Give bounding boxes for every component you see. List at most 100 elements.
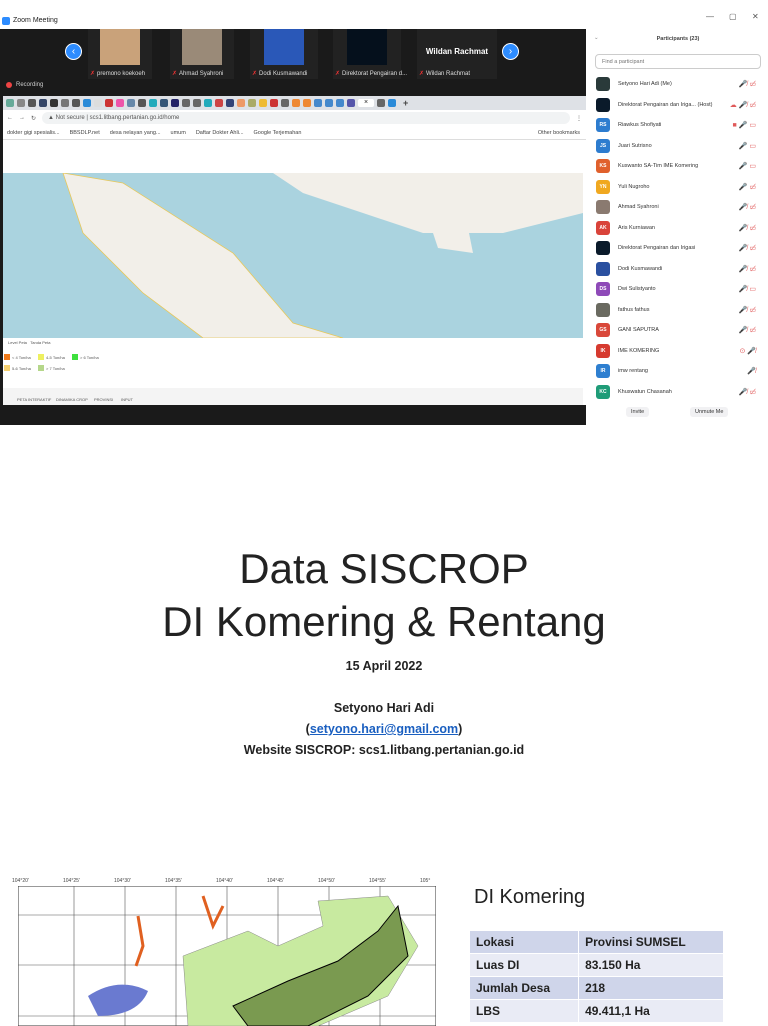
avatar (596, 241, 610, 255)
avatar: RS (596, 118, 610, 132)
security-label: Not secure (55, 115, 85, 121)
participant-name: Ahmad Syahroni (618, 204, 659, 210)
email-link[interactable]: setyono.hari@gmail.com (310, 722, 458, 736)
participant-row[interactable]: Direktorat Pengairan dan Iriga... (Host)… (596, 97, 756, 113)
slide-date: 15 April 2022 (345, 659, 423, 673)
bottom-nav: PETA INTERAKTIF DINAMIKA CROP PROVINSI I… (3, 388, 583, 405)
reload-icon[interactable]: ↻ (31, 115, 36, 122)
avatar: IK (596, 343, 610, 358)
map-tick-label: 104°40' (216, 878, 233, 884)
url-field[interactable]: ▲ Not secure | scs1.litbang.pertanian.go… (42, 112, 570, 124)
bookmark[interactable]: umum (171, 130, 186, 136)
forward-icon[interactable]: → (19, 115, 25, 121)
participant-name: Kuswanto SA-Tim IME Komering (618, 163, 699, 169)
mic-camera-status-icon: 🎤 ▭ (738, 163, 756, 170)
participant-row[interactable]: RS Riawkus Shofiyati ■ 🎤 ▭ (596, 117, 756, 133)
cell-value: 49.411,1 Ha (578, 999, 724, 1023)
video-tile[interactable]: ✗ Direktorat Pengairan d... (333, 29, 407, 79)
prev-page-button[interactable]: ‹ (65, 43, 82, 60)
participant-row[interactable]: Direktorat Pengairan dan Irigasi 🎤̸ ▭̸ (596, 240, 756, 256)
mic-camera-status-icon: 🎤̸ ▭̸ (738, 388, 756, 396)
participant-row[interactable]: DS Dwi Sulistyanto 🎤̸ ▭ (596, 281, 756, 297)
map-svg (62, 173, 583, 338)
nav-peta-interaktif[interactable]: PETA INTERAKTIF (17, 397, 51, 402)
participant-row[interactable]: GS GANI SAPUTRA 🎤̸ ▭̸ (596, 322, 756, 338)
mic-camera-status-icon: 🎤 ▭̸ (738, 183, 756, 191)
nav-provinsi[interactable]: PROVINSI (94, 397, 113, 402)
komering-map: 104°20' 104°25' 104°30' 104°35' 104°40' 104°4… (8, 872, 440, 1026)
avatar (596, 97, 610, 112)
participant-row[interactable]: YN Yuli Nugroho 🎤 ▭̸ (596, 179, 756, 195)
participant-row[interactable]: KC Khuswatun Chasanah 🎤̸ ▭̸ (596, 384, 756, 400)
legend-item: < 4 Ton/ha (4, 354, 31, 360)
mic-camera-status-icon: 🎤̸ ▭ (738, 286, 756, 293)
mic-camera-status-icon: 🎤̸ ▭̸ (738, 306, 756, 314)
participant-name: Juari Sutrisno (618, 142, 652, 149)
map-tick-label: 104°55' (369, 878, 386, 884)
slide-email-line: (setyono.hari@gmail.com) (305, 722, 463, 736)
komering-map-graphic (18, 886, 436, 1026)
invite-button[interactable]: Invite (626, 407, 650, 417)
mic-camera-status-icon: 🎤̸ ▭̸ (738, 204, 756, 211)
nav-dinamika-crop[interactable]: DINAMIKA CROP (56, 397, 88, 402)
minimize-button[interactable]: — (706, 12, 714, 21)
avatar: IR (596, 364, 610, 378)
participant-row[interactable]: Setyono Hari Adi (Me) 🎤̸ ▭̸ (596, 76, 756, 92)
mic-camera-status-icon: 🎤̸ ▭̸ (738, 327, 756, 334)
participant-row[interactable]: JS Juari Sutrisno 🎤 ▭ (596, 138, 756, 154)
avatar (596, 200, 610, 214)
map-tabs: Level Peta Tanda Peta (8, 340, 51, 345)
close-button[interactable]: ✕ (752, 12, 759, 21)
mic-camera-status-icon: ☁ 🎤̸ ▭̸ (729, 101, 756, 109)
map-tab[interactable]: Tanda Peta (30, 340, 50, 345)
map-tick-label: 104°50' (318, 878, 335, 884)
bookmark[interactable]: dokter gigi spesialis... (7, 130, 60, 136)
video-tile[interactable]: ✗ Ahmad Syahroni (170, 29, 234, 79)
map-tick-label: 104°35' (165, 878, 182, 884)
back-icon[interactable]: ← (7, 115, 13, 121)
participant-row[interactable]: IR imw rentang 🎤̸ (596, 363, 756, 379)
participant-row[interactable]: Dodi Kusmawandi 🎤̸ ▭̸ (596, 261, 756, 277)
video-tile[interactable]: Wildan Rachmat ✗ Wildan Rachmat (417, 29, 497, 79)
video-tile[interactable]: ✗ Dodi Kusmawandi (250, 29, 318, 79)
siscrop-map[interactable] (3, 173, 583, 338)
video-tile[interactable]: ✗ premono koekoeh (88, 29, 152, 79)
unmute-me-button[interactable]: Unmute Me (690, 407, 729, 417)
participant-name: Dwi Sulistyanto (618, 286, 656, 292)
participant-row[interactable]: AK Aris Kurniawan 🎤̸ ▭̸ (596, 220, 756, 236)
participant-video (182, 29, 222, 65)
tile-name: Dodi Kusmawandi (259, 71, 308, 77)
legend-item: > 6 Ton/ha (72, 354, 99, 360)
next-page-button[interactable]: › (502, 43, 519, 60)
tile-display-name: Wildan Rachmat (425, 47, 489, 56)
bookmark[interactable]: desa nelayan yang... (110, 130, 161, 136)
participant-row[interactable]: IK IME KOMERING ⊙ 🎤̸ (596, 343, 756, 359)
participant-row[interactable]: fathus fathus 🎤̸ ▭̸ (596, 302, 756, 318)
nav-input[interactable]: INPUT (121, 397, 133, 402)
map-tab[interactable]: Level Peta (8, 340, 27, 345)
tile-name: Wildan Rachmat (426, 71, 471, 77)
bookmark[interactable]: BBSDLP.net (70, 130, 100, 136)
mic-camera-status-icon: 🎤̸ ▭̸ (738, 245, 756, 252)
avatar (596, 302, 610, 317)
extensions-icon[interactable]: ⋮ (576, 115, 582, 122)
cell-label: Jumlah Desa (468, 976, 580, 1000)
cell-value: Provinsi SUMSEL (578, 930, 724, 954)
record-icon (6, 82, 12, 88)
bookmark[interactable]: Daftar Dokter Ahli... (196, 130, 244, 136)
slide-title: Data SISCROP (239, 545, 529, 592)
other-bookmarks[interactable]: Other bookmarks (538, 130, 580, 136)
participant-row[interactable]: Ahmad Syahroni 🎤̸ ▭̸ (596, 199, 756, 215)
meeting-bottom-bar (0, 405, 586, 425)
active-tab-close-icon[interactable]: × (358, 99, 374, 107)
participants-panel: ⌄ Participants (23) Setyono Hari Adi (Me… (588, 29, 768, 425)
search-participant-input[interactable] (595, 54, 761, 69)
maximize-button[interactable]: ▢ (729, 12, 737, 21)
participant-name: IME KOMERING (618, 347, 660, 354)
zoom-logo-icon (2, 16, 10, 25)
new-tab-button[interactable]: + (403, 98, 408, 108)
avatar: AK (596, 220, 610, 235)
table-row: LBS 49.411,1 Ha (468, 999, 724, 1023)
participant-row[interactable]: KS Kuswanto SA-Tim IME Komering 🎤 ▭ (596, 158, 756, 174)
bookmark[interactable]: Google Terjemahan (254, 130, 302, 136)
